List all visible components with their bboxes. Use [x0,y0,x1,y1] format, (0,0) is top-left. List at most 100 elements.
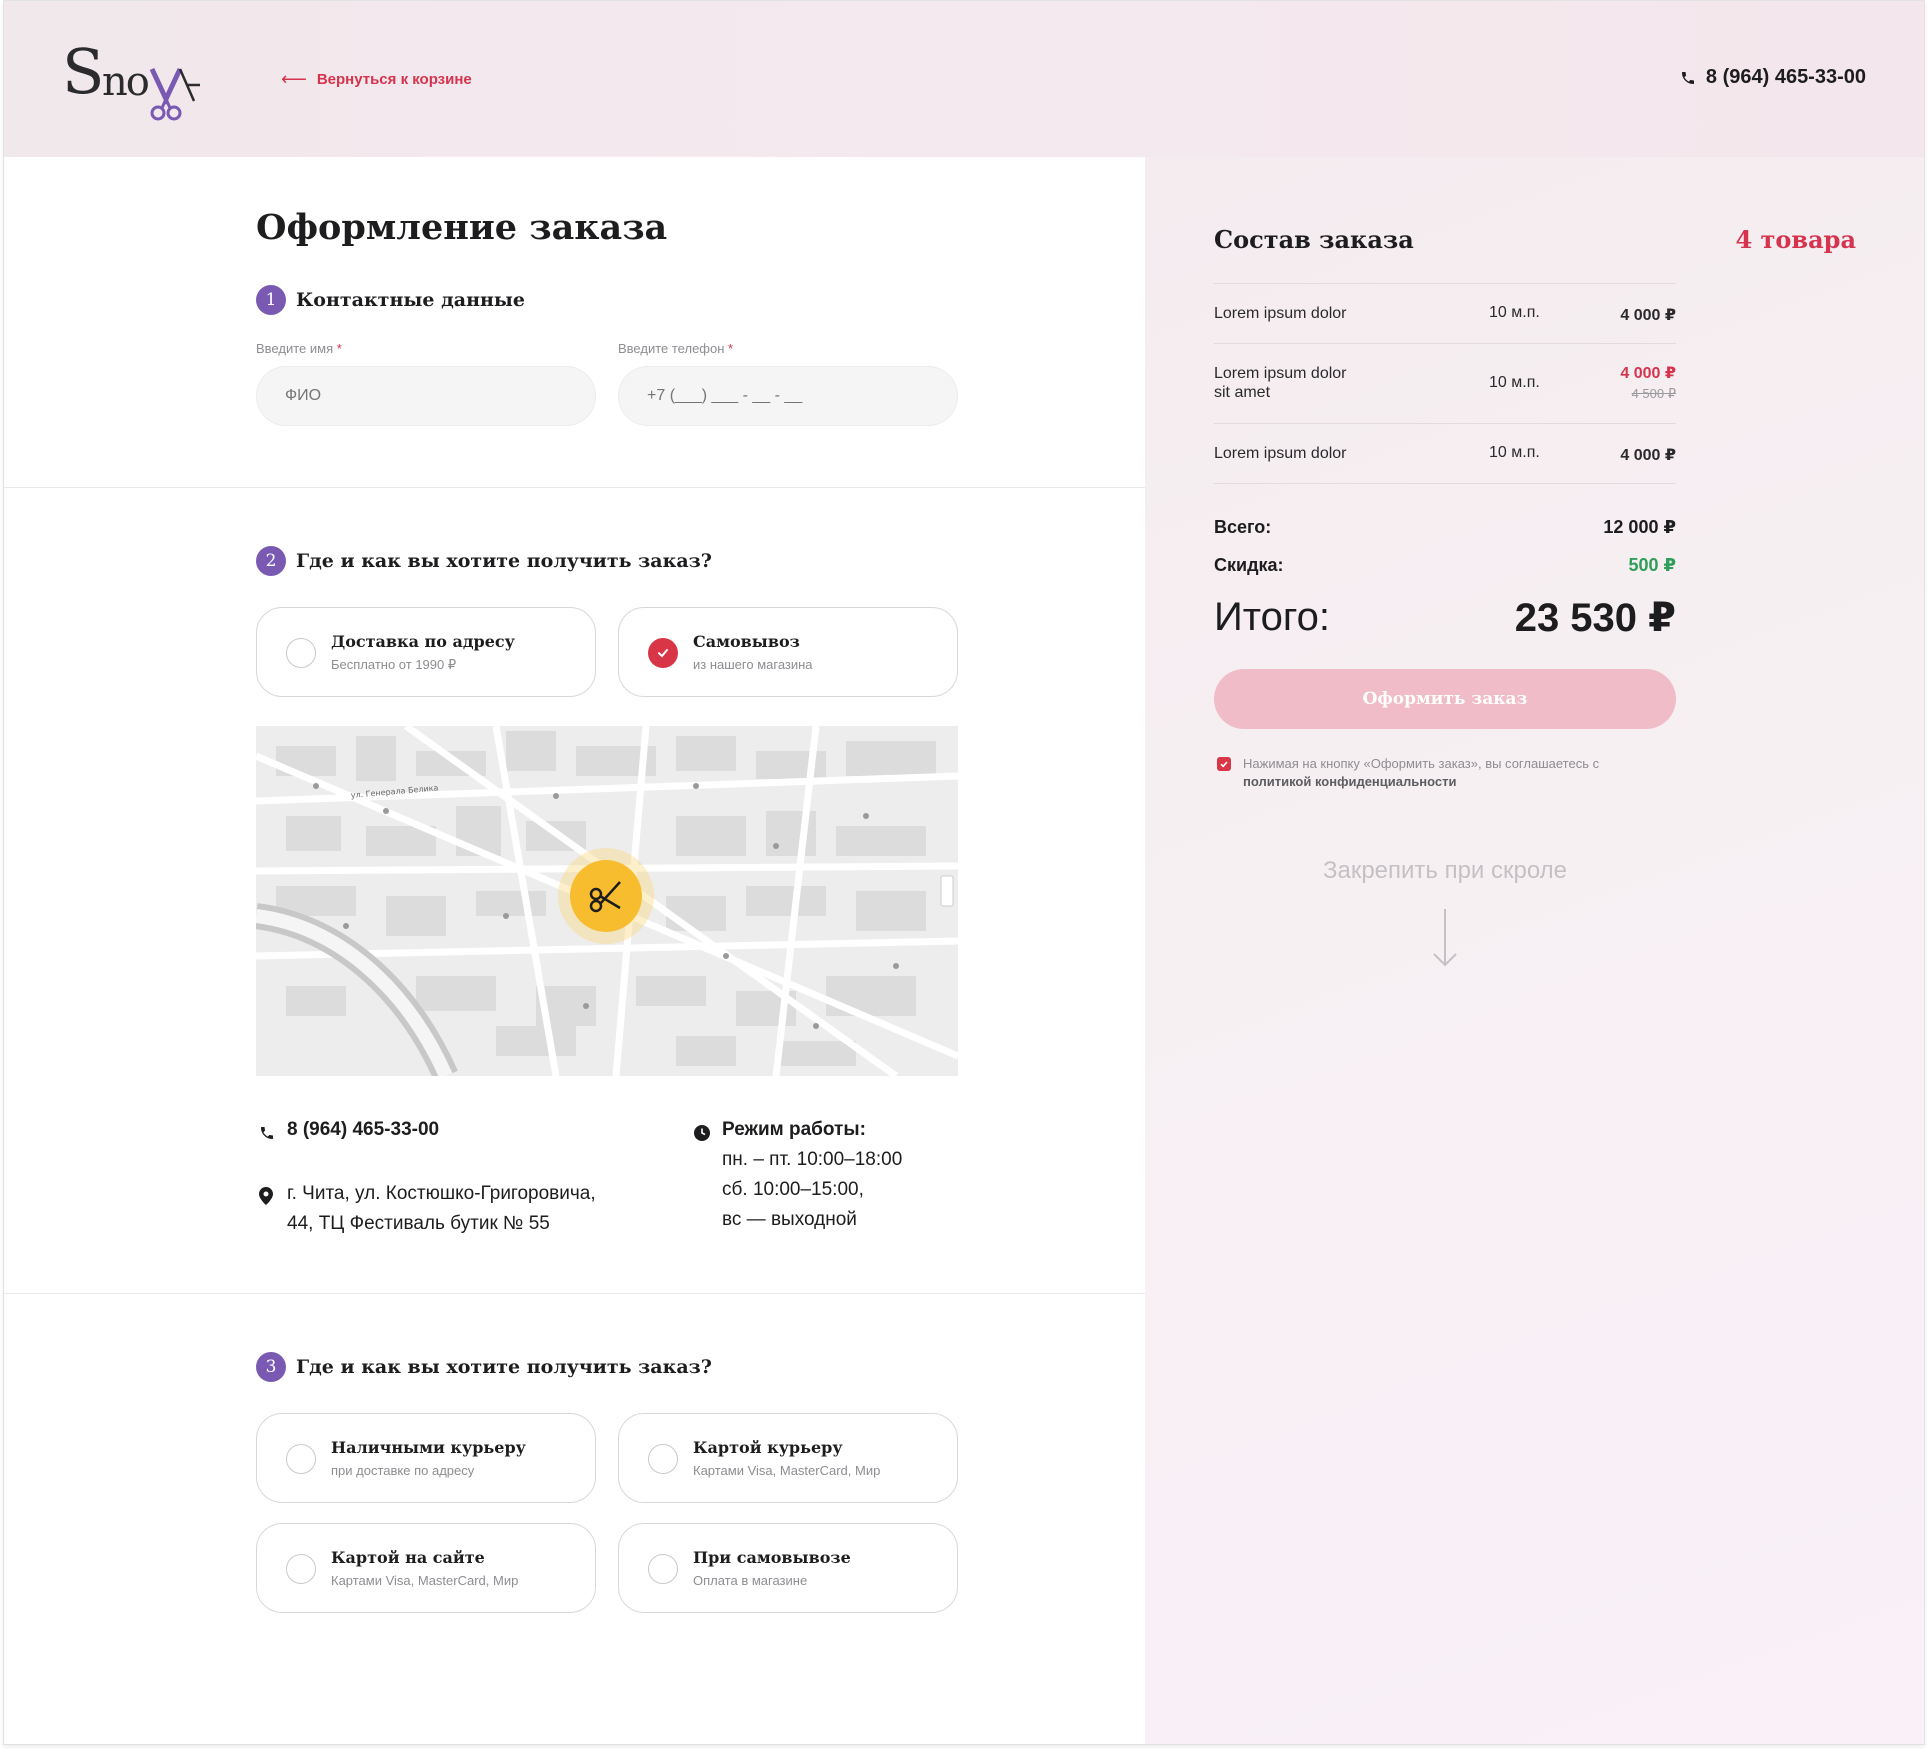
step-payment-header: 3 Где и как вы хотите получить заказ? [256,1352,712,1382]
order-summary: Состав заказа 4 товара Lorem ipsum dolor… [1145,157,1924,1744]
hours-line: пн. – пт. 10:00–18:00 [722,1149,903,1170]
option-title: Картой курьеру [693,1438,843,1457]
consent-checkbox[interactable] [1217,757,1231,771]
option-subtitle: при доставке по адресу [331,1463,475,1478]
payment-option-card-online[interactable]: Картой на сайте Картами Visa, MasterCard… [256,1523,596,1613]
order-count: 4 товара [1735,225,1857,254]
order-divider [1214,483,1676,484]
checkmark-icon [1220,761,1228,768]
address-line: г. Чита, ул. Костюшко-Григоровича, [287,1183,596,1204]
item-price: 4 000 ₽ [1620,447,1676,464]
header-phone[interactable]: 8 (964) 465-33-00 [1680,66,1866,89]
phone-input[interactable] [618,366,958,426]
option-subtitle: Картами Visa, MasterCard, Мир [331,1573,519,1588]
radio-unchecked[interactable] [648,1444,678,1474]
order-title: Состав заказа [1214,225,1414,254]
submit-order-button[interactable]: Оформить заказ [1214,669,1676,729]
phone-icon [1681,71,1694,84]
order-item: Lorem ipsum dolor 10 м.п. 4 000 ₽ [1214,423,1676,483]
page-title: Оформление заказа [256,207,668,248]
option-subtitle: Оплата в магазине [693,1573,808,1588]
item-qty: 10 м.п. [1489,374,1540,391]
option-subtitle: Бесплатно от 1990 ₽ [331,657,457,672]
clock-icon [694,1125,710,1141]
step-delivery-header: 2 Где и как вы хотите получить заказ? [256,546,712,576]
total-value: 23 530 ₽ [1514,596,1676,640]
privacy-policy-link[interactable]: политикой конфиденциальности [1243,774,1456,789]
step-contacts-header: 1 Контактные данные [256,285,525,315]
total-label: Итого: [1214,595,1330,639]
name-label: Введите имя [256,341,334,356]
step-title: Где и как вы хотите получить заказ? [296,550,712,572]
store-address: г. Чита, ул. Костюшко-Григоровича, 44, Т… [259,1179,596,1239]
radio-unchecked[interactable] [286,1444,316,1474]
store-map[interactable]: ул. Генерала Белика [256,726,958,1076]
svg-text:no: no [102,59,149,105]
header-phone-number: 8 (964) 465-33-00 [1705,66,1866,88]
delivery-option-pickup[interactable]: Самовывоз из нашего магазина [618,607,958,697]
svg-text:S: S [62,35,104,108]
subtotal-value: 12 000 ₽ [1603,517,1676,537]
step-number-badge: 2 [256,546,286,576]
name-field: Введите имя * [256,341,596,426]
payment-option-cash-courier[interactable]: Наличными курьеру при доставке по адресу [256,1413,596,1503]
subtotal-label: Всего: [1214,517,1272,537]
discount-label: Скидка: [1214,555,1284,575]
item-name: Lorem ipsum dolor [1214,365,1347,382]
radio-unchecked[interactable] [648,1554,678,1584]
store-phone[interactable]: 8 (964) 465-33-00 [259,1115,439,1151]
step-number-badge: 1 [256,285,286,315]
checkout-page: S no ⟵ Вернуться к корзине 8 (964) 465-3… [3,0,1925,1745]
hours-title: Режим работы: [722,1119,866,1140]
item-name: Lorem ipsum dolor [1214,445,1347,462]
hours-line: вс — выходной [722,1209,857,1230]
hours-line: сб. 10:00–15:00, [722,1179,864,1200]
back-to-cart-link[interactable]: ⟵ Вернуться к корзине [281,69,472,90]
checkout-form: Оформление заказа 1 Контактные данные Вв… [4,157,1145,1744]
total-row: Итого: 23 530 ₽ [1214,595,1676,640]
order-item: Lorem ipsum dolor sit amet 10 м.п. 4 000… [1214,343,1676,423]
address-line: 44, ТЦ Фестиваль бутик № 55 [287,1213,550,1234]
arrow-down-icon [1433,909,1457,967]
name-input[interactable] [256,366,596,426]
required-mark: * [728,341,734,356]
store-hours: Режим работы: пн. – пт. 10:00–18:00 сб. … [694,1115,902,1235]
item-price: 4 000 ₽ [1620,307,1676,324]
phone-label: Введите телефон [618,341,725,356]
option-subtitle: из нашего магазина [693,657,813,672]
location-pin-icon [259,1187,273,1205]
brand-logo[interactable]: S no [62,29,222,125]
item-price: 4 000 ₽ [1620,365,1676,382]
phone-icon [261,1127,273,1139]
option-title: Картой на сайте [331,1548,485,1567]
consent-text: Нажимая на кнопку «Оформить заказ», вы с… [1243,756,1600,771]
discount-value: 500 ₽ [1628,555,1676,575]
option-title: Самовывоз [693,632,800,651]
step-number-badge: 3 [256,1352,286,1382]
item-name-line2: sit amet [1214,384,1271,401]
section-divider [4,1293,1145,1294]
arrow-left-icon: ⟵ [281,69,307,89]
step-title: Контактные данные [296,289,526,311]
option-title: При самовывозе [693,1548,851,1567]
header: S no ⟵ Вернуться к корзине 8 (964) 465-3… [4,1,1924,157]
item-qty: 10 м.п. [1489,444,1540,461]
radio-checked[interactable] [648,638,678,668]
item-qty: 10 м.п. [1489,304,1540,321]
discount-row: Скидка: 500 ₽ [1214,555,1676,576]
radio-unchecked[interactable] [286,1554,316,1584]
item-name: Lorem ipsum dolor [1214,305,1347,322]
required-mark: * [336,341,342,356]
item-old-price: 4 500 ₽ [1631,386,1676,401]
option-title: Доставка по адресу [331,632,515,651]
phone-field: Введите телефон * [618,341,958,426]
section-divider [4,487,1145,488]
radio-unchecked[interactable] [286,638,316,668]
delivery-option-address[interactable]: Доставка по адресу Бесплатно от 1990 ₽ [256,607,596,697]
payment-option-pickup[interactable]: При самовывозе Оплата в магазине [618,1523,958,1613]
order-item: Lorem ipsum dolor 10 м.п. 4 000 ₽ [1214,283,1676,343]
option-subtitle: Картами Visa, MasterCard, Мир [693,1463,881,1478]
payment-option-card-courier[interactable]: Картой курьеру Картами Visa, MasterCard,… [618,1413,958,1503]
store-phone-number: 8 (964) 465-33-00 [287,1119,440,1140]
back-to-cart-label: Вернуться к корзине [316,71,472,88]
